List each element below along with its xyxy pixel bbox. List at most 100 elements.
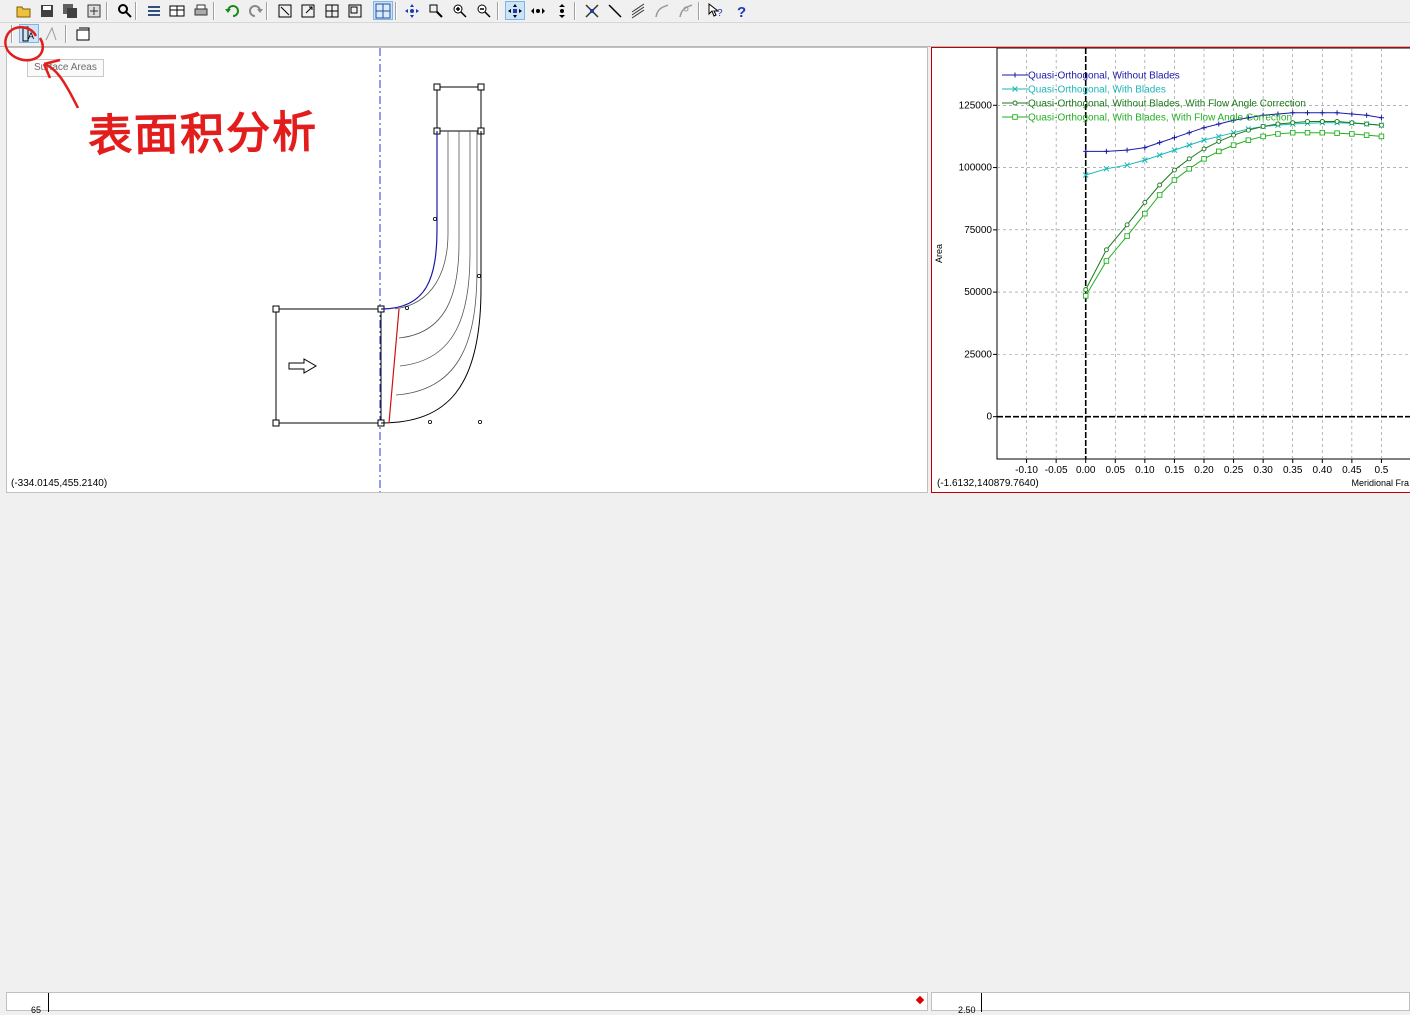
x-tick-label: -0.05 [1045,465,1068,476]
data-point [1334,119,1340,124]
window-button[interactable] [345,1,365,20]
bottom-left-pane[interactable]: 65 [6,992,928,1015]
save-all-icon [63,3,77,18]
data-point [1260,133,1266,140]
line-icon [608,3,622,18]
data-point [1364,121,1370,127]
x-tick-label: 0.00 [1076,465,1096,476]
x-tick-label: 0.10 [1135,465,1155,476]
toolbar-separator [106,2,108,20]
data-point [1363,132,1370,138]
curve-edit-button[interactable] [676,1,696,20]
context-help-button[interactable]: ? [706,1,726,20]
x-tick-label: 0.30 [1253,465,1273,476]
move-point-button[interactable] [505,1,525,20]
cursor-coordinate-readout: (-334.0145,455.2140) [11,478,108,489]
x-tick-label: 0.15 [1165,465,1185,476]
legend-label: Quasi-Orthogonal, With Blades, With Flow… [1028,113,1292,124]
svg-text:?: ? [737,4,746,19]
context-help-icon: ? [708,2,723,19]
data-point [1186,166,1192,172]
data-point [1171,177,1178,183]
data-point [1186,156,1192,162]
legend-label: Quasi-Orthogonal, With Blades [1028,85,1166,96]
y-tick-label: 0 [986,412,992,423]
area-chart-pane[interactable]: -0.10 -0.05 0.00 0.05 0.10 0.15 0.20 0.25 0.30 0.… [931,47,1410,493]
move-point-icon [508,3,522,18]
data-point [1142,210,1148,217]
zoom-out-button[interactable] [474,1,494,20]
window-icon [348,4,362,17]
toolbar-separator [135,2,137,20]
expand-button[interactable] [298,1,318,20]
toolbar-separator [266,2,268,20]
legend-label: Quasi-Orthogonal, Without Blades [1028,71,1180,82]
main-toolbar: ?? [0,0,1410,23]
y-tick-label: 125000 [959,100,993,111]
print-icon [194,4,208,15]
curve-icon [655,3,669,17]
x-axis-label: Meridional Fra [1351,478,1409,488]
layers-button[interactable] [144,1,164,20]
data-point [1012,100,1018,106]
flow-direction-arrow-icon [288,358,317,374]
grid-button[interactable] [373,1,393,20]
data-point [1103,247,1109,253]
x-tick-label: 0.25 [1224,465,1244,476]
help-button[interactable]: ? [731,1,751,20]
undo-button[interactable] [222,1,242,20]
data-point [1216,148,1222,155]
data-point [1230,142,1237,148]
split-button[interactable] [322,1,342,20]
zoom-box-button[interactable] [426,1,446,20]
data-point [1334,130,1340,136]
outlet-block [436,86,482,132]
horizontal-move-button[interactable] [528,1,548,20]
pan-button[interactable] [402,1,422,20]
data-point [1319,129,1326,136]
hub-curve[interactable] [380,131,438,310]
x-tick-label: -0.10 [1015,465,1038,476]
toolbar-separator [574,2,576,20]
bottom-left-label: 65 [31,1005,42,1015]
x-tick-label: 0.5 [1374,465,1388,476]
x-tick-label: 0.05 [1106,465,1126,476]
intersect-button[interactable] [582,1,602,20]
area-chart[interactable]: -0.10 -0.05 0.00 0.05 0.10 0.15 0.20 0.25 0.30 0.… [932,48,1410,492]
redo-button[interactable] [246,1,266,20]
grid-icon [375,3,391,18]
print-button[interactable] [191,1,211,20]
data-point [1171,167,1177,173]
bottom-panels: 65 2.50 [0,495,1410,1015]
layer-stack-button[interactable] [628,1,648,20]
data-point [1289,129,1296,136]
find-button[interactable] [115,1,135,20]
data-point [1201,156,1207,162]
fit-view-button[interactable] [275,1,295,20]
expand-icon [301,4,315,17]
table-button[interactable] [167,1,187,20]
data-point [1245,137,1252,143]
open-folder-icon [16,6,31,17]
vertical-move-icon [559,3,565,18]
curve-edit-icon [679,3,693,17]
data-point [1082,293,1089,299]
curve-button[interactable] [652,1,672,20]
y-tick-label: 100000 [959,163,993,174]
intersect-icon [585,3,599,18]
data-point [1157,182,1163,188]
settings-icon [87,4,101,17]
data-point [1378,122,1384,128]
x-tick-label: 0.35 [1283,465,1303,476]
line-button[interactable] [605,1,625,20]
split-icon [325,4,339,17]
data-point [1349,120,1355,126]
data-point [1156,192,1163,198]
toolbar-separator [213,2,215,20]
vertical-move-button[interactable] [552,1,572,20]
leading-edge-line[interactable] [388,308,400,424]
zoom-in-button[interactable] [450,1,470,20]
bottom-right-pane[interactable]: 2.50 [931,992,1410,1015]
y-tick-label: 25000 [964,349,992,360]
bottom-right-label: 2.50 [958,1005,976,1015]
